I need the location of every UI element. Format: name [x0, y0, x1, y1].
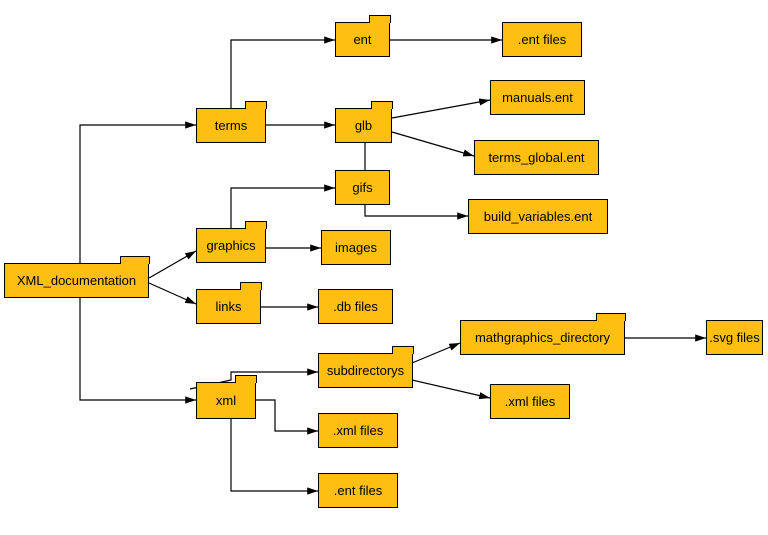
label-xml: xml	[216, 393, 236, 408]
label-ent: ent	[353, 32, 371, 47]
label-images: images	[335, 240, 377, 255]
node-manuals: manuals.ent	[490, 80, 585, 115]
node-dbfiles: .db files	[318, 289, 393, 324]
label-mathgraphics: mathgraphics_directory	[475, 330, 610, 345]
node-root: XML_documentation	[4, 263, 149, 298]
node-entfiles1: .ent files	[318, 473, 398, 508]
node-subdirs: subdirectorys	[318, 353, 413, 388]
node-links: links	[196, 289, 261, 324]
node-termsglobal: terms_global.ent	[474, 140, 599, 175]
label-entfiles0: .ent files	[518, 32, 566, 47]
label-glb: glb	[355, 118, 372, 133]
label-svgfiles: .svg files	[709, 330, 760, 345]
node-images: images	[321, 230, 391, 265]
label-root: XML_documentation	[17, 273, 136, 288]
label-subdirs: subdirectorys	[327, 363, 404, 378]
node-entfiles0: .ent files	[502, 22, 582, 57]
node-gifs: gifs	[335, 170, 390, 205]
node-graphics: graphics	[196, 228, 266, 263]
node-ent: ent	[335, 22, 390, 57]
node-buildvars: build_variables.ent	[468, 199, 608, 234]
label-gifs: gifs	[352, 180, 372, 195]
label-xmlfiles1: .xml files	[333, 423, 384, 438]
node-terms: terms	[196, 108, 266, 143]
label-buildvars: build_variables.ent	[484, 209, 592, 224]
node-mathgraphics: mathgraphics_directory	[460, 320, 625, 355]
node-svgfiles: .svg files	[706, 320, 763, 355]
node-xml: xml	[196, 382, 256, 419]
label-dbfiles: .db files	[333, 299, 378, 314]
label-links: links	[215, 299, 241, 314]
node-glb: glb	[335, 108, 392, 143]
label-manuals: manuals.ent	[502, 90, 573, 105]
label-entfiles1: .ent files	[334, 483, 382, 498]
label-graphics: graphics	[206, 238, 255, 253]
label-terms: terms	[215, 118, 248, 133]
node-xmlfiles1: .xml files	[318, 413, 398, 448]
label-xmlfiles2: .xml files	[505, 394, 556, 409]
label-termsglobal: terms_global.ent	[488, 150, 584, 165]
node-xmlfiles2: .xml files	[490, 384, 570, 419]
